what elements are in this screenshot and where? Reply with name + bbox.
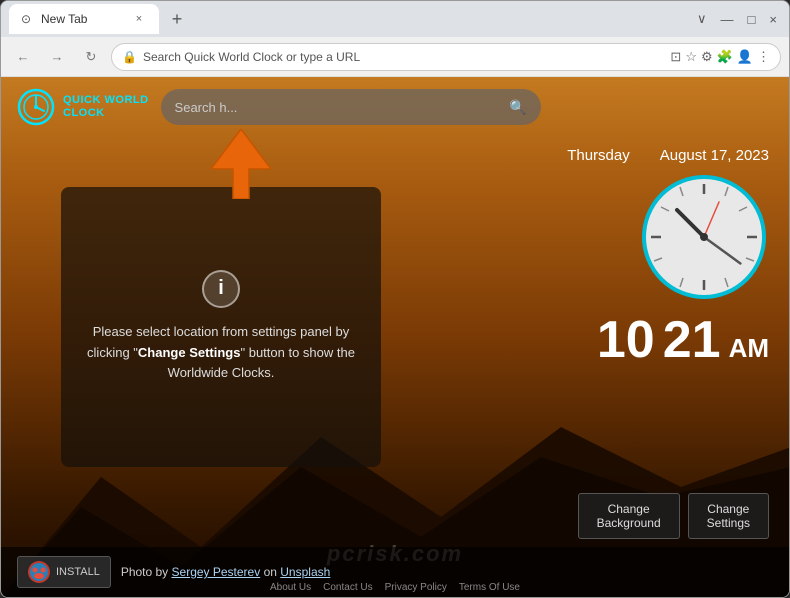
install-label: INSTALL (56, 566, 100, 578)
tab-close-button[interactable]: × (131, 11, 147, 27)
bottom-links: About Us Contact Us Privacy Policy Terms… (270, 582, 520, 593)
reload-button[interactable]: ↻ (77, 43, 105, 71)
profile-icon[interactable]: 👤 (737, 49, 753, 65)
window-controls: ∨ — □ × (693, 9, 781, 29)
new-tab-button[interactable]: + (163, 5, 191, 33)
address-bar[interactable]: 🔒 Search Quick World Clock or type a URL… (111, 43, 781, 71)
photo-author-link[interactable]: Sergey Pesterev (172, 565, 261, 579)
tab-title: New Tab (41, 12, 87, 26)
search-bar[interactable]: Search h... 🔍 (161, 89, 541, 125)
forward-button[interactable]: → (43, 43, 71, 71)
clock-ampm: AM (729, 333, 769, 364)
logo-text: QUICK WORLD CLOCK (63, 94, 149, 120)
page-content: QUICK WORLD CLOCK Search h... 🔍 Thursday… (1, 77, 789, 597)
arrow-pointer (211, 129, 271, 209)
install-button[interactable]: INSTALL (17, 556, 111, 588)
puzzle-icon[interactable]: 🧩 (717, 49, 733, 65)
day-label: Thursday (567, 147, 630, 164)
star-icon[interactable]: ☆ (685, 49, 697, 65)
date-label: August 17, 2023 (660, 147, 769, 164)
close-window-icon[interactable]: × (765, 10, 781, 29)
search-icon[interactable]: 🔍 (509, 99, 526, 116)
info-text: Please select location from settings pan… (81, 322, 361, 384)
digital-clock: 10 21 AM (567, 314, 769, 366)
change-buttons: ChangeBackground ChangeSettings (578, 493, 769, 539)
clock-minutes: 21 (663, 314, 721, 366)
search-input[interactable]: Search h... (175, 100, 502, 115)
photo-credit: Photo by Sergey Pesterev on Unsplash (121, 565, 330, 579)
address-bar-icons: ⊡ ☆ ⚙ 🧩 👤 ⋮ (670, 49, 770, 65)
clock-hours: 10 (597, 314, 655, 366)
terms-of-use-link[interactable]: Terms Of Use (459, 582, 520, 593)
contact-us-link[interactable]: Contact Us (323, 582, 372, 593)
active-tab[interactable]: ⊙ New Tab × (9, 4, 159, 34)
app-header: QUICK WORLD CLOCK Search h... 🔍 (1, 77, 789, 137)
install-icon (28, 561, 50, 583)
change-background-button[interactable]: ChangeBackground (578, 493, 680, 539)
info-icon: i (202, 270, 240, 308)
minimize-icon[interactable]: ∨ (693, 9, 711, 29)
browser-frame: ⊙ New Tab × + ∨ — □ × ← → ↻ 🔒 Search Qui… (0, 0, 790, 598)
bottom-bar: INSTALL Photo by Sergey Pesterev on Unsp… (1, 547, 789, 597)
analog-clock (639, 172, 769, 302)
day-date-line: Thursday August 17, 2023 (567, 147, 769, 164)
extension-icon[interactable]: ⚙ (701, 49, 713, 65)
qr-icon[interactable]: ⊡ (670, 49, 681, 65)
address-text: Search Quick World Clock or type a URL (143, 50, 360, 64)
back-button[interactable]: ← (9, 43, 37, 71)
privacy-policy-link[interactable]: Privacy Policy (385, 582, 447, 593)
datetime-area: Thursday August 17, 2023 (567, 147, 769, 366)
photo-platform-link[interactable]: Unsplash (280, 565, 330, 579)
about-us-link[interactable]: About Us (270, 582, 311, 593)
logo-area: QUICK WORLD CLOCK (17, 88, 149, 126)
minimize-window-icon[interactable]: — (717, 10, 738, 29)
menu-icon[interactable]: ⋮ (757, 49, 770, 65)
logo-icon (17, 88, 55, 126)
maximize-icon[interactable]: □ (744, 10, 760, 29)
lock-icon: 🔒 (122, 50, 137, 64)
change-settings-button[interactable]: ChangeSettings (688, 493, 769, 539)
tab-bar: ⊙ New Tab × + ∨ — □ × (1, 1, 789, 37)
tab-favicon: ⊙ (21, 12, 35, 26)
info-panel: i Please select location from settings p… (61, 187, 381, 467)
browser-toolbar: ← → ↻ 🔒 Search Quick World Clock or type… (1, 37, 789, 77)
